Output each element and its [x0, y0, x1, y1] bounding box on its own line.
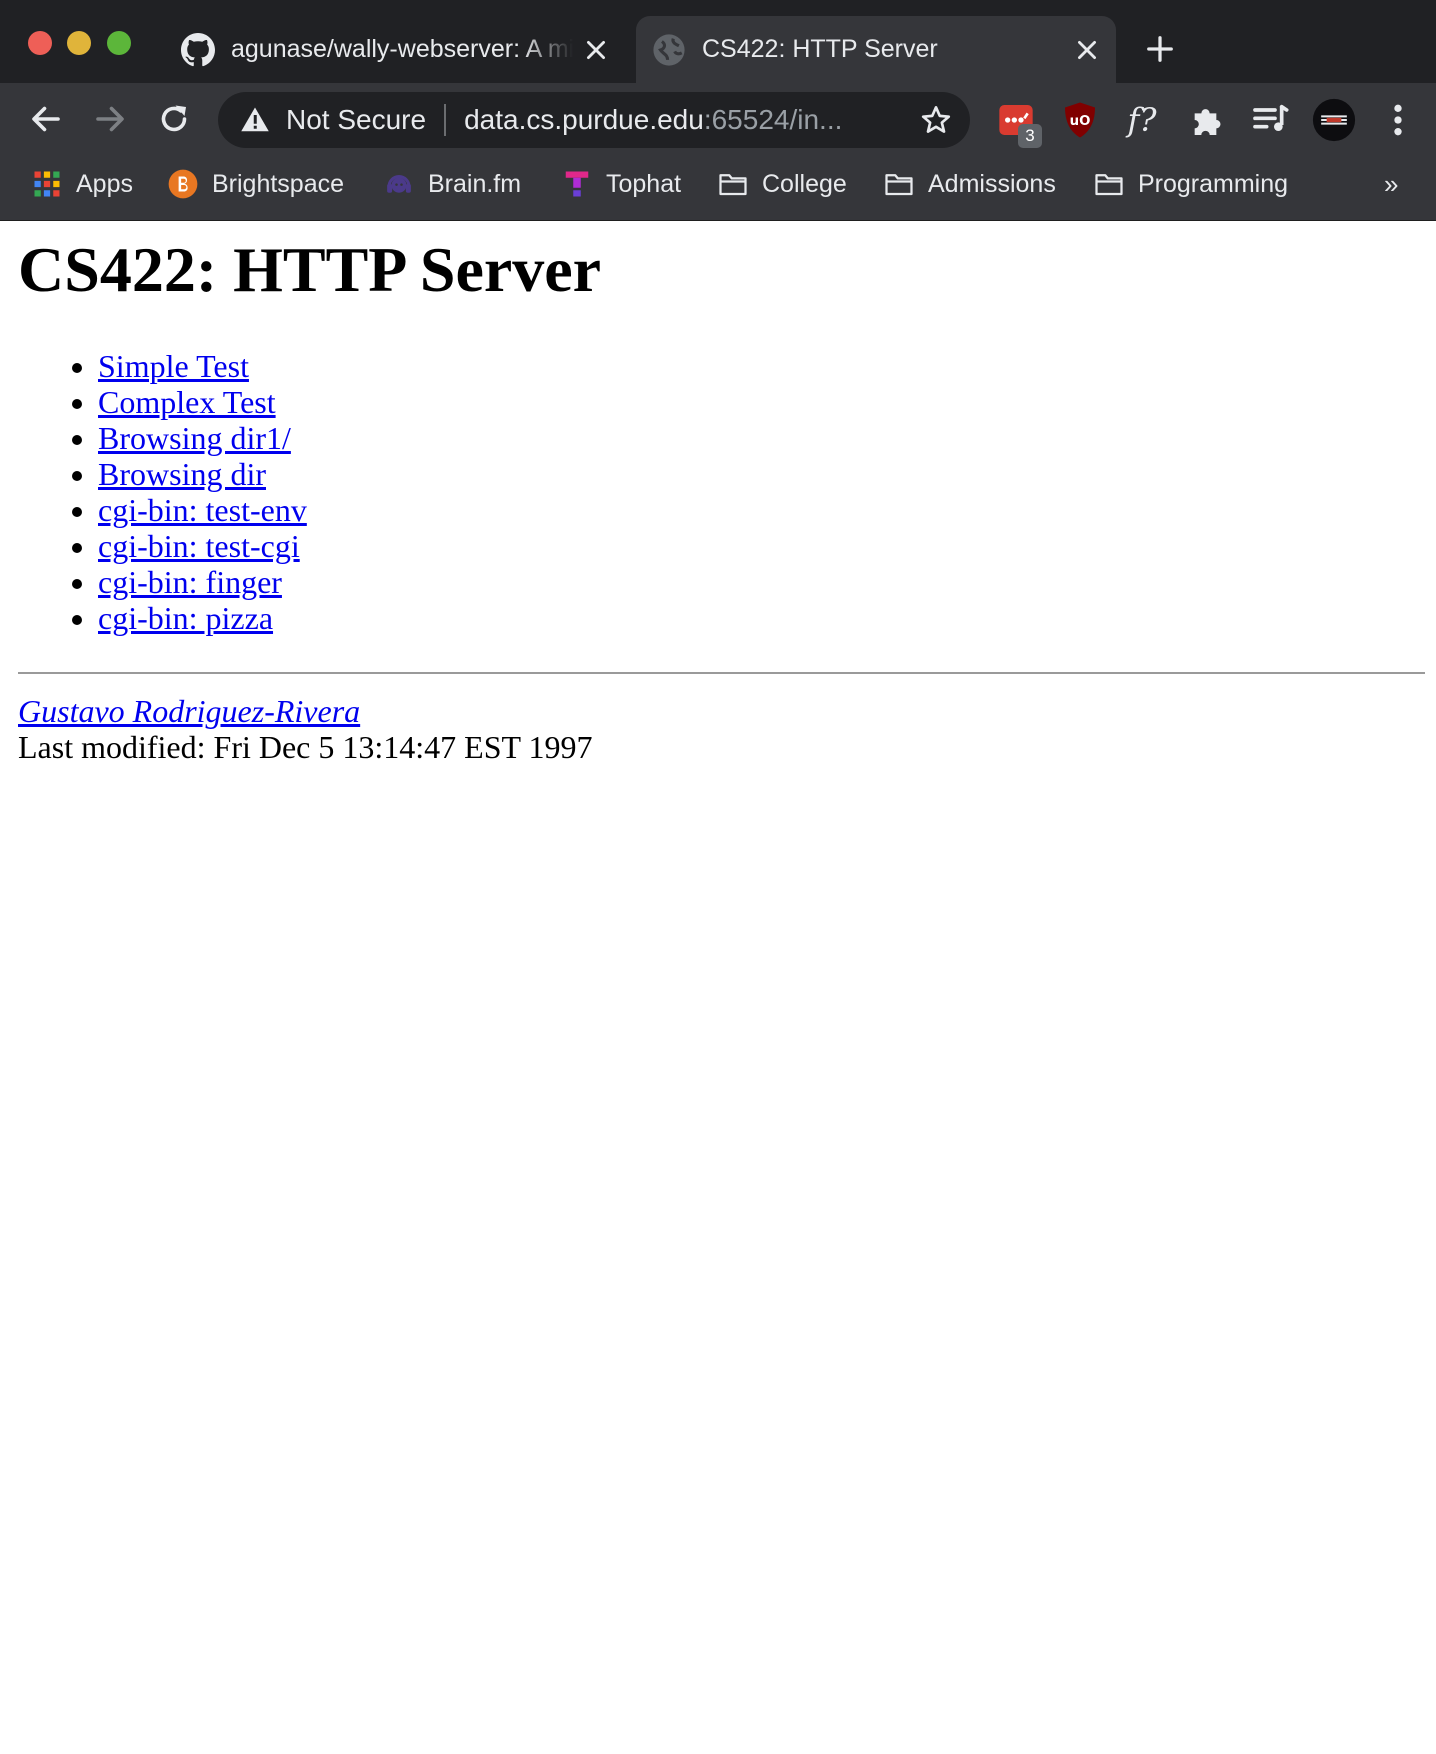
- bookmark-star-icon[interactable]: [920, 104, 952, 136]
- security-label[interactable]: Not Secure: [286, 104, 426, 136]
- url-text[interactable]: data.cs.purdue.edu:65524/in...: [464, 104, 910, 136]
- profile-avatar-icon[interactable]: [1312, 98, 1356, 142]
- back-arrow-icon[interactable]: [28, 101, 64, 137]
- page-content: CS422: HTTP Server Simple Test Complex T…: [0, 221, 1436, 1754]
- bookmark-label: College: [762, 169, 847, 198]
- link-cgi-test-env[interactable]: cgi-bin: test-env: [98, 492, 307, 528]
- link-complex-test[interactable]: Complex Test: [98, 384, 276, 420]
- list-item: cgi-bin: pizza: [98, 600, 307, 636]
- media-control-icon[interactable]: [1250, 100, 1290, 140]
- bookmark-label: Tophat: [606, 169, 682, 198]
- url-host: data.cs.purdue.edu: [464, 104, 704, 135]
- link-browsing-dir1[interactable]: Browsing dir1/: [98, 420, 291, 456]
- link-browsing-dir[interactable]: Browsing dir: [98, 456, 266, 492]
- bookmark-folder-admissions[interactable]: Admissions: [884, 156, 1056, 212]
- close-icon[interactable]: [583, 37, 609, 63]
- url-path: :65524/in...: [703, 104, 843, 135]
- formula-extension-icon[interactable]: f?: [1122, 100, 1162, 140]
- warning-icon[interactable]: [240, 105, 270, 135]
- close-window-button[interactable]: [28, 31, 52, 55]
- tab-title: agunase/wally-webserver: A minimal webse…: [231, 35, 573, 63]
- folder-icon: [1095, 174, 1123, 196]
- brightspace-icon: [168, 169, 198, 199]
- forward-arrow-icon[interactable]: [92, 101, 128, 137]
- tab-title: CS422: HTTP Server: [702, 35, 938, 63]
- github-icon: [181, 32, 215, 66]
- horizontal-rule: [18, 672, 1425, 674]
- globe-icon: [653, 33, 685, 66]
- bookmark-label: Apps: [76, 169, 133, 198]
- tophat-icon: [565, 171, 589, 197]
- list-item: Simple Test: [98, 348, 307, 384]
- list-item: Complex Test: [98, 384, 307, 420]
- bookmark-folder-programming[interactable]: Programming: [1094, 156, 1288, 212]
- tab-strip: agunase/wally-webserver: A minimal webse…: [0, 0, 1436, 83]
- extensions-puzzle-icon[interactable]: [1188, 100, 1228, 140]
- close-icon[interactable]: [1074, 37, 1100, 63]
- link-cgi-test-cgi[interactable]: cgi-bin: test-cgi: [98, 528, 300, 564]
- reload-icon[interactable]: [156, 101, 192, 137]
- extension-badge: 3: [1018, 124, 1042, 148]
- new-tab-button[interactable]: [1145, 34, 1175, 64]
- tab-cs422[interactable]: CS422: HTTP Server: [636, 16, 1116, 83]
- bookmark-label: Brightspace: [212, 169, 345, 198]
- apps-grid-icon: [34, 171, 60, 197]
- author-link[interactable]: Gustavo Rodriguez-Rivera: [18, 693, 360, 729]
- browser-window: agunase/wally-webserver: A minimal webse…: [0, 0, 1436, 1754]
- test-links-list: Simple Test Complex Test Browsing dir1/ …: [0, 348, 307, 636]
- bookmark-label: Programming: [1138, 169, 1289, 198]
- list-item: Browsing dir1/: [98, 420, 307, 456]
- link-simple-test[interactable]: Simple Test: [98, 348, 249, 384]
- page-footer: Gustavo Rodriguez-Rivera Last modified: …: [18, 693, 592, 765]
- bookmark-folder-college[interactable]: College: [718, 156, 847, 212]
- bookmark-label: Brain.fm: [428, 169, 522, 198]
- brainfm-icon: [387, 175, 411, 193]
- address-bar[interactable]: Not Secure data.cs.purdue.edu:65524/in..…: [218, 92, 970, 148]
- list-item: cgi-bin: finger: [98, 564, 307, 600]
- list-item: cgi-bin: test-env: [98, 492, 307, 528]
- bookmark-tophat[interactable]: Tophat: [562, 156, 681, 212]
- toolbar: Not Secure data.cs.purdue.edu:65524/in..…: [0, 83, 1436, 156]
- last-modified-text: Last modified: Fri Dec 5 13:14:47 EST 19…: [18, 729, 593, 765]
- maximize-window-button[interactable]: [107, 31, 131, 55]
- folder-icon: [885, 174, 913, 196]
- bookmark-brainfm[interactable]: Brain.fm: [384, 156, 521, 212]
- list-item: cgi-bin: test-cgi: [98, 528, 307, 564]
- more-menu-icon[interactable]: [1384, 100, 1412, 140]
- bookmarks-bar: Apps Brightspace Brain.fm Tophat College…: [0, 156, 1436, 221]
- bookmark-brightspace[interactable]: Brightspace: [168, 156, 344, 212]
- bookmark-apps[interactable]: Apps: [32, 156, 133, 212]
- list-item: Browsing dir: [98, 456, 307, 492]
- bookmarks-overflow-chevron-icon[interactable]: »: [1384, 156, 1398, 212]
- svg-text:uO: uO: [1070, 114, 1091, 129]
- ublock-shield-icon[interactable]: uO: [1060, 100, 1100, 140]
- page-title: CS422: HTTP Server: [18, 234, 602, 305]
- folder-icon: [719, 174, 747, 196]
- link-cgi-finger[interactable]: cgi-bin: finger: [98, 564, 282, 600]
- minimize-window-button[interactable]: [67, 31, 91, 55]
- tab-github[interactable]: agunase/wally-webserver: A minimal webse…: [165, 16, 625, 83]
- link-cgi-pizza[interactable]: cgi-bin: pizza: [98, 600, 273, 636]
- bookmark-label: Admissions: [928, 169, 1056, 198]
- divider: [444, 104, 447, 136]
